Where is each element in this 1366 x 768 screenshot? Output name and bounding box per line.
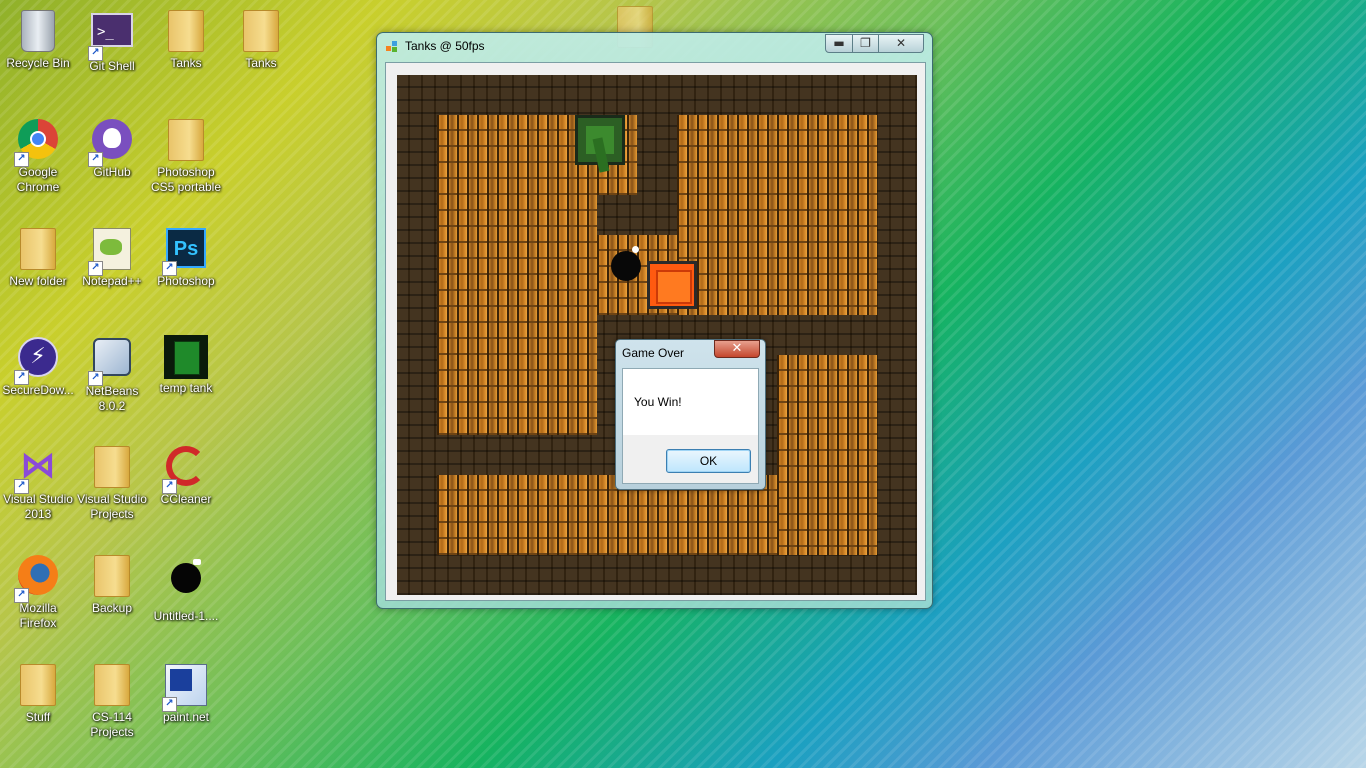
shortcut-arrow-icon: ↗	[162, 479, 177, 494]
desktop-icon-untitled-1[interactable]: Untitled-1....	[149, 553, 223, 624]
folder-icon	[94, 446, 130, 488]
brick-wall	[677, 115, 877, 315]
zip-folder-icon	[243, 10, 279, 52]
brick-wall	[437, 195, 597, 435]
desktop-icon-label: Tanks	[245, 56, 277, 70]
desktop-icon-github[interactable]: ↗ GitHub	[75, 117, 149, 180]
bomb-image-icon	[171, 559, 201, 593]
bomb-icon	[611, 246, 641, 281]
shortcut-arrow-icon: ↗	[88, 152, 103, 167]
dialog-close-button[interactable]: ✕	[714, 340, 760, 358]
desktop-icon-label: Photoshop	[157, 274, 215, 288]
desktop-icon-label: SecureDow...	[2, 383, 74, 397]
shortcut-arrow-icon: ↗	[14, 479, 29, 494]
desktop-icon-label: CS-114 Projects	[90, 710, 134, 739]
desktop-icon-backup[interactable]: Backup	[75, 553, 149, 616]
desktop-icon-label: Visual Studio 2013	[3, 492, 73, 521]
folder-icon	[168, 119, 204, 161]
folder-icon	[94, 664, 130, 706]
desktop-icon-label: Visual Studio Projects	[77, 492, 147, 521]
desktop-icon-photoshop[interactable]: Ps ↗ Photoshop	[149, 226, 223, 289]
folder-icon	[20, 664, 56, 706]
desktop-icon-netbeans[interactable]: ↗ NetBeans 8.0.2	[75, 335, 149, 414]
dialog-title: Game Over	[622, 346, 685, 360]
folder-icon	[20, 228, 56, 270]
desktop-icon-cs-114-projects[interactable]: CS-114 Projects	[75, 662, 149, 740]
window-titlebar[interactable]: Tanks @ 50fps ▬ ❐ ✕	[377, 33, 932, 60]
desktop-icon-temp-tank[interactable]: temp tank	[149, 335, 223, 396]
folder-icon	[168, 10, 204, 52]
desktop-icon-label: GitHub	[93, 165, 131, 179]
desktop-icon-label: Tanks	[170, 56, 202, 70]
desktop-icon-visual-studio-2013[interactable]: ⋈ ↗ Visual Studio 2013	[1, 444, 75, 522]
minimize-button[interactable]: ▬	[825, 34, 853, 53]
desktop-icon-photoshop-cs5-portable[interactable]: Photoshop CS5 portable	[149, 117, 223, 195]
dialog-message-area: You Win!	[623, 369, 758, 435]
desktop-icon-securedownload[interactable]: ⚡ ↗ SecureDow...	[1, 335, 75, 398]
shortcut-arrow-icon: ↗	[162, 697, 177, 712]
app-icon	[386, 41, 398, 52]
desktop-icon-label: paint.net	[162, 710, 210, 724]
desktop-icon-label: CCleaner	[160, 492, 212, 506]
tank-image-icon	[164, 335, 208, 379]
tanks-window[interactable]: Tanks @ 50fps ▬ ❐ ✕	[376, 32, 933, 609]
shortcut-arrow-icon: ↗	[88, 261, 103, 276]
desktop-icon-label: Untitled-1....	[153, 609, 219, 623]
desktop-icon-label: Stuff	[25, 710, 51, 724]
desktop-icon-ccleaner[interactable]: ↗ CCleaner	[149, 444, 223, 507]
dialog-message: You Win!	[634, 395, 682, 409]
desktop-icon-mozilla-firefox[interactable]: ↗ Mozilla Firefox	[1, 553, 75, 631]
desktop-icon-label: Recycle Bin	[6, 56, 70, 70]
brick-wall	[777, 355, 877, 555]
recycle-bin-icon	[21, 10, 55, 52]
desktop-icon-label: Git Shell	[89, 59, 135, 73]
close-button[interactable]: ✕	[878, 34, 924, 53]
desktop-icon-new-folder[interactable]: New folder	[1, 226, 75, 289]
desktop-icon-notepad-plus-plus[interactable]: ↗ Notepad++	[75, 226, 149, 289]
window-client-area	[385, 62, 926, 601]
desktop-icon-tanks-folder[interactable]: Tanks	[149, 8, 223, 71]
ok-button[interactable]: OK	[666, 449, 751, 473]
game-over-dialog[interactable]: Game Over ✕ You Win! OK	[615, 339, 766, 490]
desktop-icon-label: temp tank	[159, 381, 213, 395]
desktop-icon-label: Notepad++	[82, 274, 142, 288]
green-tank	[575, 115, 625, 165]
maximize-button[interactable]: ❐	[852, 34, 879, 53]
desktop-icon-git-shell[interactable]: >_ ↗ Git Shell	[75, 8, 149, 74]
window-title: Tanks @ 50fps	[405, 39, 485, 53]
desktop-icon-google-chrome[interactable]: ↗ Google Chrome	[1, 117, 75, 195]
desktop-icon-label: NetBeans 8.0.2	[85, 384, 139, 413]
desktop-icon-label: Google Chrome	[16, 165, 60, 194]
red-tank	[647, 261, 697, 309]
folder-icon	[94, 555, 130, 597]
shortcut-arrow-icon: ↗	[88, 46, 103, 61]
terminal-icon: >_	[91, 13, 133, 47]
shortcut-arrow-icon: ↗	[88, 371, 103, 386]
shortcut-arrow-icon: ↗	[14, 588, 29, 603]
shortcut-arrow-icon: ↗	[162, 261, 177, 276]
desktop-icon-visual-studio-projects[interactable]: Visual Studio Projects	[75, 444, 149, 522]
dialog-body: You Win! OK	[622, 368, 759, 484]
shortcut-arrow-icon: ↗	[14, 370, 29, 385]
desktop-icon-tanks-zip[interactable]: Tanks	[224, 8, 298, 71]
desktop-icon-stuff[interactable]: Stuff	[1, 662, 75, 725]
desktop-icon-label: New folder	[9, 274, 67, 288]
desktop-icon-recycle-bin[interactable]: Recycle Bin	[1, 8, 75, 71]
desktop-icon-label: Backup	[91, 601, 133, 615]
game-board[interactable]	[397, 75, 917, 595]
desktop-icon-paint-net[interactable]: ↗ paint.net	[149, 662, 223, 725]
desktop-icon-label: Photoshop CS5 portable	[150, 165, 222, 194]
shortcut-arrow-icon: ↗	[14, 152, 29, 167]
desktop-icon-label: Mozilla Firefox	[19, 601, 57, 630]
